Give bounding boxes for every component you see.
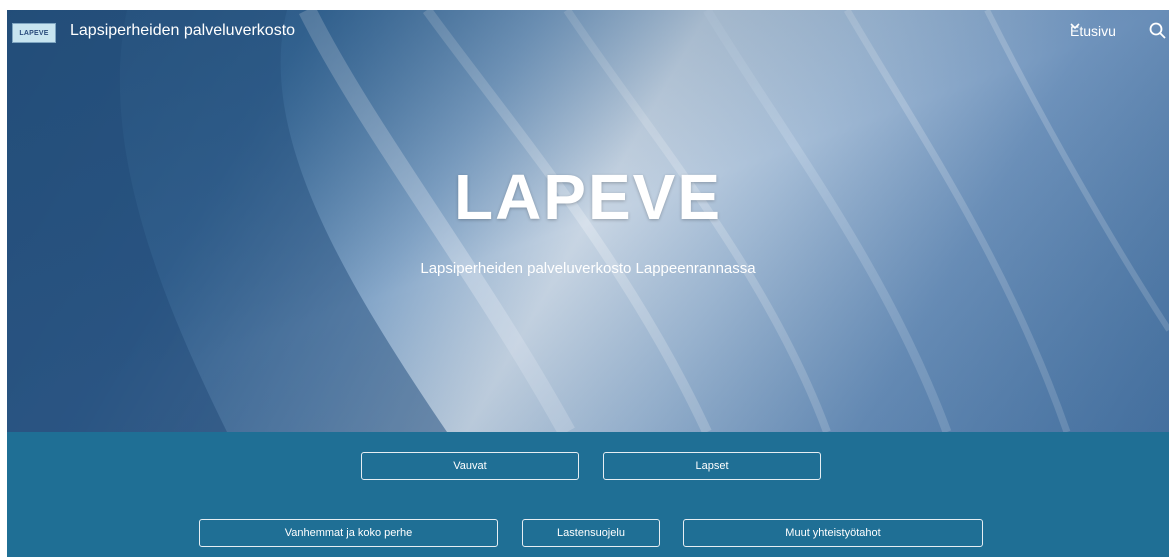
site-title[interactable]: Lapsiperheiden palveluverkosto: [70, 22, 295, 40]
button-lapset[interactable]: Lapset: [603, 452, 821, 480]
button-lastensuojelu[interactable]: Lastensuojelu: [522, 519, 660, 547]
search-icon[interactable]: [1148, 21, 1168, 41]
nav-home-menu[interactable]: Etusivu: [1070, 23, 1122, 39]
logo-text: LAPEVE: [19, 29, 49, 37]
hero-subtitle: Lapsiperheiden palveluverkosto Lappeenra…: [420, 260, 756, 277]
top-navigation-bar: LAPEVE Lapsiperheiden palveluverkosto Et…: [7, 10, 1169, 54]
button-vauvat[interactable]: Vauvat: [361, 452, 579, 480]
site-logo[interactable]: LAPEVE: [12, 23, 56, 43]
category-button-band: Vauvat Lapset Vanhemmat ja koko perhe La…: [7, 432, 1169, 557]
hero-banner: LAPEVE Lapsiperheiden palveluverkosto Et…: [7, 10, 1169, 432]
button-vanhemmat[interactable]: Vanhemmat ja koko perhe: [199, 519, 498, 547]
page-frame: LAPEVE Lapsiperheiden palveluverkosto Et…: [7, 10, 1169, 557]
hero-title: LAPEVE: [453, 161, 723, 233]
button-muut-yhteistyotahot[interactable]: Muut yhteistyötahot: [683, 519, 983, 547]
